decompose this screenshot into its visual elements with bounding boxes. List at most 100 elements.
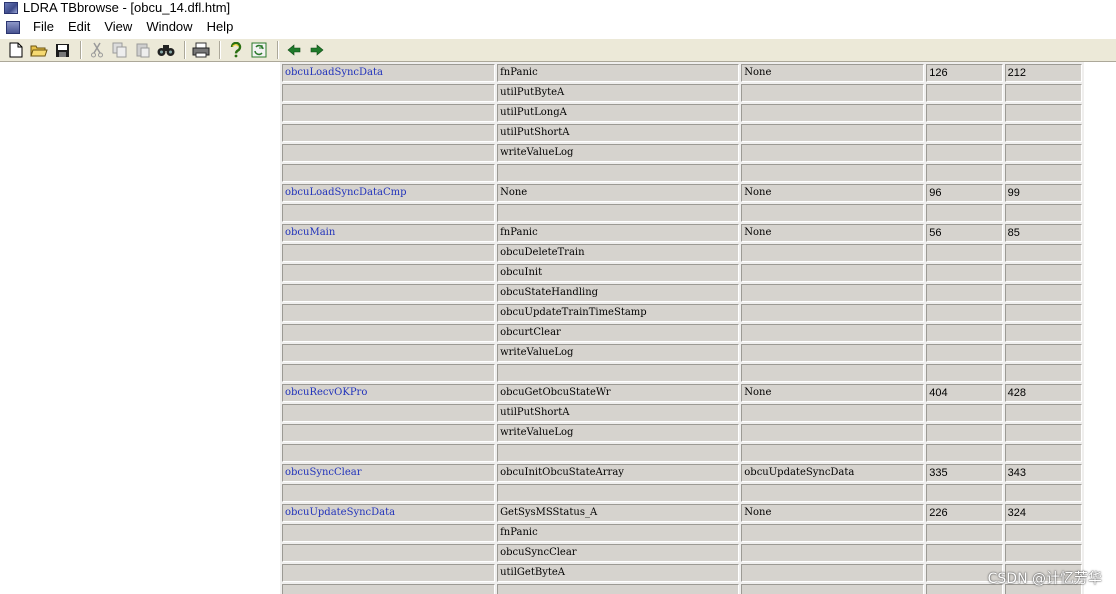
called-by-cell: None (741, 384, 925, 402)
caller-cell[interactable]: obcuSyncClear (282, 464, 496, 482)
open-folder-icon[interactable] (29, 40, 49, 60)
table-row (282, 444, 1082, 462)
end-line-cell (1004, 144, 1082, 162)
start-line-cell (926, 484, 1003, 502)
table-row (282, 164, 1082, 182)
start-line-cell (926, 544, 1003, 562)
menu-file[interactable]: File (26, 16, 61, 38)
caller-cell (282, 164, 496, 182)
end-line-cell (1004, 404, 1082, 422)
toolbar-separator (219, 41, 221, 59)
called-by-cell (741, 404, 925, 422)
paste-icon[interactable] (133, 40, 153, 60)
callee-cell: utilPutLongA (497, 104, 740, 122)
toolbar (0, 38, 1116, 62)
new-file-icon[interactable] (6, 40, 26, 60)
save-icon[interactable] (52, 40, 72, 60)
end-line-cell (1004, 324, 1082, 342)
start-line-cell (926, 304, 1003, 322)
start-line-cell: 56 (926, 224, 1003, 242)
table-row: fnPanic (282, 524, 1082, 542)
forward-arrow-icon[interactable] (307, 40, 327, 60)
menu-edit[interactable]: Edit (61, 16, 97, 38)
callee-cell: GetSysMSStatus_A (497, 504, 740, 522)
toolbar-separator (184, 41, 186, 59)
table-row: obcuSyncClear (282, 544, 1082, 562)
end-line-cell (1004, 244, 1082, 262)
callee-cell: obcurtClear (497, 324, 740, 342)
table-row: utilPutByteA (282, 84, 1082, 102)
callee-cell: obcuGetObcuStateWr (497, 384, 740, 402)
end-line-cell (1004, 344, 1082, 362)
called-by-cell (741, 104, 925, 122)
end-line-cell (1004, 484, 1082, 502)
end-line-cell (1004, 544, 1082, 562)
caller-cell[interactable]: obcuRecvOKPro (282, 384, 496, 402)
start-line-cell (926, 424, 1003, 442)
menu-view[interactable]: View (97, 16, 139, 38)
callee-cell: fnPanic (497, 224, 740, 242)
table-row (282, 484, 1082, 502)
caller-cell (282, 204, 496, 222)
end-line-cell (1004, 364, 1082, 382)
back-arrow-icon[interactable] (284, 40, 304, 60)
call-table: obcuLoadSyncData fnPanic None 126 212 utilPut… (280, 62, 1084, 594)
cut-icon[interactable] (87, 40, 107, 60)
start-line-cell (926, 244, 1003, 262)
table-row: writeValueLog (282, 424, 1082, 442)
caller-cell (282, 304, 496, 322)
end-line-cell (1004, 444, 1082, 462)
document-view[interactable]: obcuLoadSyncData fnPanic None 126 212 utilPut… (0, 62, 1116, 594)
copy-icon[interactable] (110, 40, 130, 60)
called-by-cell (741, 564, 925, 582)
caller-cell[interactable]: obcuLoadSyncData (282, 64, 496, 82)
table-row: utilPutShortA (282, 124, 1082, 142)
start-line-cell: 226 (926, 504, 1003, 522)
table-row: obcuRecvOKPro obcuGetObcuStateWr None 404 42… (282, 384, 1082, 402)
end-line-cell (1004, 284, 1082, 302)
table-row: obcuMain fnPanic None 56 85 (282, 224, 1082, 242)
callee-cell: utilPutByteA (497, 84, 740, 102)
refresh-icon[interactable] (249, 40, 269, 60)
menu-help[interactable]: Help (200, 16, 241, 38)
callee-cell: utilGetByteA (497, 564, 740, 582)
caller-cell (282, 244, 496, 262)
caller-cell (282, 564, 496, 582)
caller-cell (282, 284, 496, 302)
document-icon[interactable] (6, 20, 20, 34)
called-by-cell: obcuUpdateSyncData (741, 464, 925, 482)
toolbar-separator (80, 41, 82, 59)
table-row: obcuDeleteTrain (282, 244, 1082, 262)
called-by-cell: None (741, 504, 925, 522)
called-by-cell (741, 444, 925, 462)
called-by-cell: None (741, 64, 925, 82)
caller-cell (282, 524, 496, 542)
called-by-cell (741, 204, 925, 222)
start-line-cell (926, 344, 1003, 362)
callee-cell: fnPanic (497, 524, 740, 542)
start-line-cell (926, 324, 1003, 342)
find-icon[interactable] (156, 40, 176, 60)
menu-window[interactable]: Window (139, 16, 199, 38)
callee-cell: obcuStateHandling (497, 284, 740, 302)
end-line-cell (1004, 424, 1082, 442)
end-line-cell (1004, 104, 1082, 122)
end-line-cell (1004, 204, 1082, 222)
caller-cell (282, 484, 496, 502)
called-by-cell (741, 264, 925, 282)
help-icon[interactable] (226, 40, 246, 60)
caller-cell (282, 324, 496, 342)
caller-cell[interactable]: obcuUpdateSyncData (282, 504, 496, 522)
caller-cell (282, 584, 496, 594)
table-row: obcuStateHandling (282, 284, 1082, 302)
table-row (282, 364, 1082, 382)
called-by-cell (741, 284, 925, 302)
caller-cell[interactable]: obcuMain (282, 224, 496, 242)
print-icon[interactable] (191, 40, 211, 60)
table-row: obcuLoadSyncDataCmp None None 96 99 (282, 184, 1082, 202)
caller-cell[interactable]: obcuLoadSyncDataCmp (282, 184, 496, 202)
callee-cell: obcuSyncClear (497, 544, 740, 562)
table-row (282, 204, 1082, 222)
callee-cell (497, 204, 740, 222)
caller-cell (282, 444, 496, 462)
